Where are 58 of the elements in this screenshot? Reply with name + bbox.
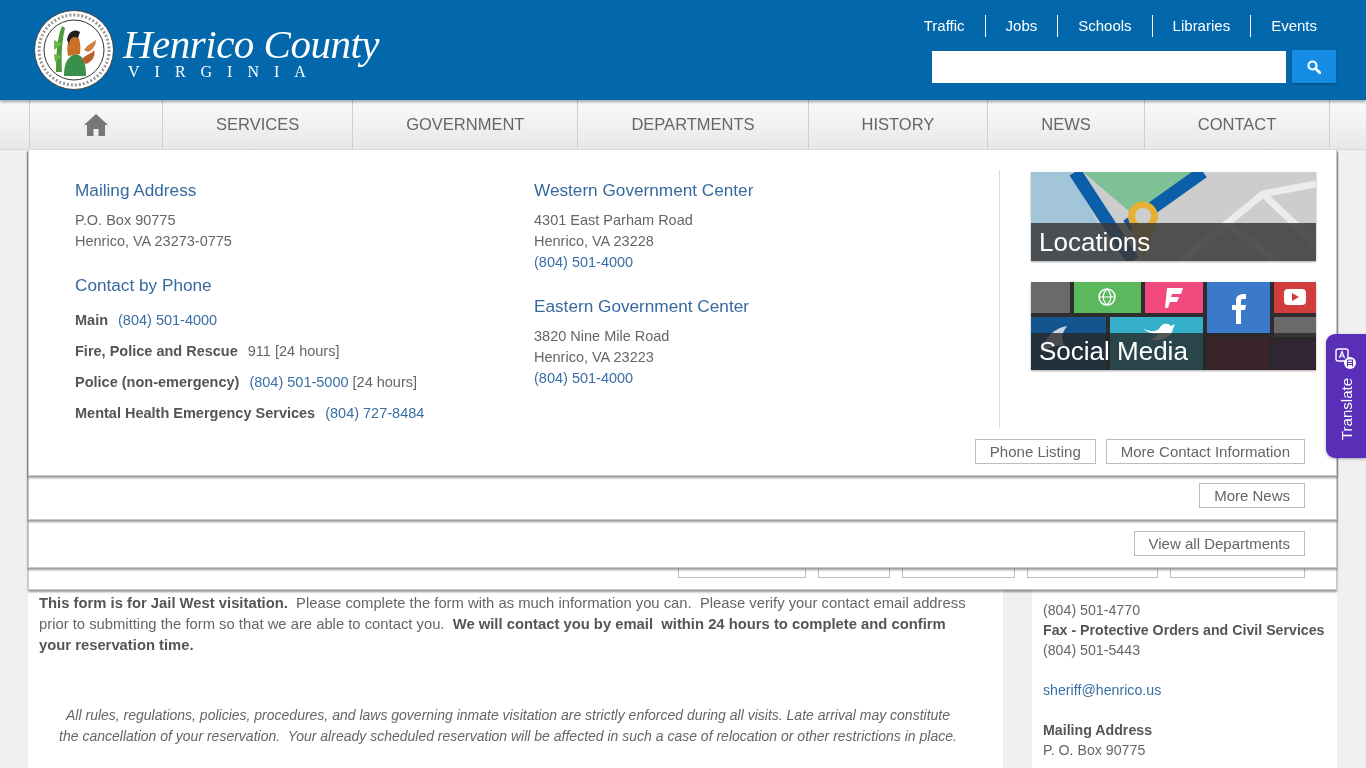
sidebar-text: P. O. Box 90775 — [1043, 741, 1146, 760]
search-button[interactable] — [1292, 50, 1336, 83]
phone-link[interactable]: (804) 727-8484 — [325, 403, 425, 424]
covered-button-edge[interactable] — [678, 569, 806, 578]
address-line: P.O. Box 90775 — [75, 211, 176, 230]
address-line: 4301 East Parham Road — [534, 211, 693, 230]
phone-note: [24 hours] — [352, 373, 418, 392]
top-link[interactable]: Events — [1271, 16, 1317, 36]
covered-button-edge[interactable] — [1027, 569, 1158, 578]
sidebar-label: Mailing Address — [1043, 721, 1153, 740]
panel-button[interactable]: Phone Listing — [974, 439, 1096, 464]
phone-note: 911 [24 hours] — [247, 342, 340, 361]
phone-link[interactable]: (804) 501-5000 — [249, 372, 349, 393]
phone-link[interactable]: (804) 501-4000 — [534, 252, 634, 273]
map-tile[interactable]: Locations — [1031, 172, 1316, 261]
home-icon — [84, 112, 108, 137]
top-link[interactable]: Schools — [1078, 16, 1132, 36]
search-field[interactable] — [932, 51, 1286, 83]
phone-link[interactable]: (804) 501-4000 — [534, 368, 634, 389]
phone-link[interactable]: (804) 501-4000 — [118, 310, 218, 331]
nav-tab[interactable]: NEWS — [987, 100, 1144, 149]
sidebar-text: (804) 501-5443 — [1043, 641, 1141, 660]
intro-paragraph: This form is for Jail West visitation. Please complete the form with as much information you can. Please verify your contact email address prior to submitting the form so that we are able to contact you. We will contact you by email within 24 hours to complete and confirm your reservation time. — [39, 594, 967, 655]
nav-tab[interactable]: DEPARTMENTS — [577, 100, 808, 149]
social-tile[interactable]: Social Media — [1031, 282, 1316, 370]
sidebar-label: Fax - Protective Orders and Civil Services — [1043, 621, 1325, 640]
phone-label: Main — [75, 311, 109, 330]
sidebar-text: (804) 501-4770 — [1043, 601, 1141, 620]
phone-label: Mental Health Emergency Services — [75, 404, 316, 423]
nav-tab[interactable]: CONTACT — [1143, 100, 1331, 149]
address-line: Henrico, VA 23228 — [534, 232, 654, 251]
top-link[interactable]: Traffic — [923, 16, 965, 36]
email-link[interactable]: sheriff@henrico.us — [1043, 680, 1162, 700]
translate-button[interactable]: Translate — [1326, 334, 1366, 458]
section-heading: Western Government Center — [534, 180, 754, 200]
panel-button[interactable]: View all Departments — [1133, 531, 1305, 556]
address-line: Henrico, VA 23273-0775 — [75, 232, 232, 251]
section-heading: Contact by Phone — [75, 275, 212, 295]
nav-tab[interactable]: SERVICES — [162, 100, 353, 149]
covered-button-edge[interactable] — [1170, 569, 1305, 578]
panel-button[interactable]: More News — [1199, 483, 1305, 508]
search-icon — [1307, 59, 1321, 74]
nav-tab[interactable]: HISTORY — [807, 100, 988, 149]
top-link[interactable]: Jobs — [1005, 16, 1038, 36]
translate-icon — [1335, 348, 1357, 370]
notice-paragraph: All rules, regulations, policies, procedures, and laws governing inmate visitation are strictly enforced during all visits. Late arrival may constitute the cancellation of your reservation. Your already scheduled reservation will be affected in such a case of relocation or other restrictions in place. — [58, 706, 958, 746]
nav-tab[interactable]: GOVERNMENT — [352, 100, 578, 149]
covered-button-edge[interactable] — [902, 569, 1015, 578]
covered-button-edge[interactable] — [818, 569, 890, 578]
address-line: Henrico, VA 23223 — [534, 348, 654, 367]
panel-button[interactable]: More Contact Information — [1105, 439, 1305, 464]
address-line: 3820 Nine Mile Road — [534, 327, 670, 346]
section-heading: Mailing Address — [75, 180, 197, 200]
phone-label: Police (non-emergency) — [75, 373, 240, 392]
section-heading: Eastern Government Center — [534, 296, 749, 316]
county-seal-icon[interactable] — [34, 10, 114, 90]
top-link[interactable]: Libraries — [1172, 16, 1231, 36]
phone-label: Fire, Police and Rescue — [75, 342, 238, 361]
